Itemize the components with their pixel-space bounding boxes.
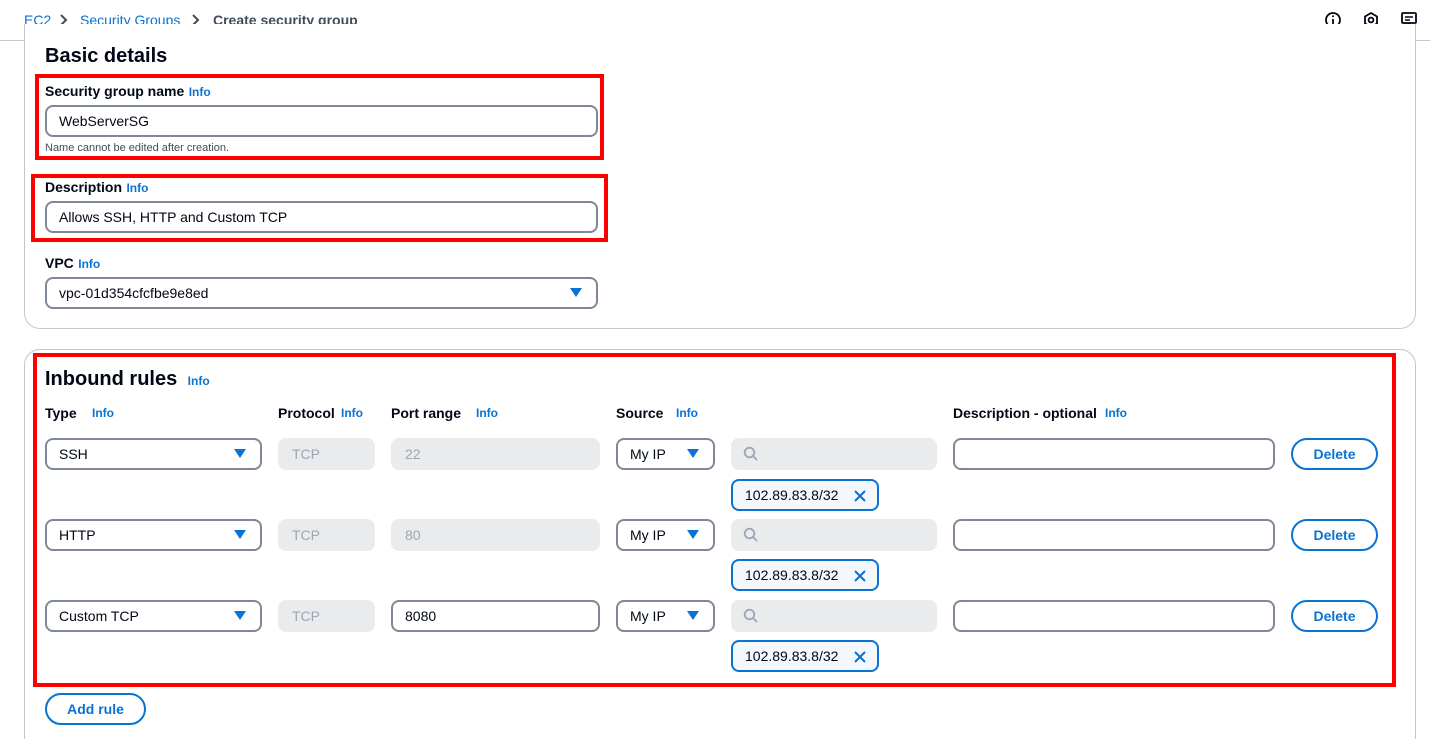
search-icon [743, 446, 758, 461]
rule-source-select[interactable]: My IP [616, 600, 715, 632]
rule-port-range-field: 80 [391, 519, 600, 551]
inbound-title-row: Inbound rules Info [45, 367, 210, 391]
column-source: Source [616, 405, 664, 421]
rule-source-value: My IP [630, 446, 666, 462]
name-hint: Name cannot be edited after creation. [45, 142, 230, 154]
inbound-rules-title: Inbound rules [45, 368, 178, 390]
search-icon [743, 608, 758, 623]
rule-port-range-input[interactable]: 8080 [391, 600, 600, 632]
description-info-link[interactable]: Info [126, 181, 148, 195]
rule-protocol-field: TCP [278, 438, 375, 470]
security-group-name-input[interactable]: WebServerSG [45, 105, 598, 137]
rule-source-value: My IP [630, 608, 666, 624]
vpc-label: VPC [45, 255, 74, 271]
add-rule-button[interactable]: Add rule [45, 693, 146, 725]
source-info-link[interactable]: Info [676, 406, 698, 420]
caret-down-icon [687, 449, 699, 458]
rule-source-value: My IP [630, 527, 666, 543]
rule-type-select[interactable]: Custom TCP [45, 600, 262, 632]
rule-port-range-field: 22 [391, 438, 600, 470]
delete-rule-button[interactable]: Delete [1291, 600, 1378, 632]
rule-protocol-field: TCP [278, 600, 375, 632]
cidr-search-input[interactable] [731, 519, 937, 551]
rule-type-value: HTTP [59, 527, 96, 543]
close-icon[interactable] [853, 489, 867, 503]
close-icon[interactable] [853, 650, 867, 664]
column-description: Description - optional [953, 405, 1097, 421]
rule-protocol-field: TCP [278, 519, 375, 551]
caret-down-icon [687, 530, 699, 539]
description-input[interactable]: Allows SSH, HTTP and Custom TCP [45, 201, 598, 233]
caret-down-icon [687, 611, 699, 620]
name-label: Security group name [45, 83, 185, 99]
description-label: Description [45, 179, 123, 195]
cidr-token: 102.89.83.8/32 [731, 640, 879, 672]
cidr-token: 102.89.83.8/32 [731, 479, 879, 511]
protocol-info-link[interactable]: Info [341, 406, 363, 420]
close-icon[interactable] [853, 569, 867, 583]
rule-type-value: SSH [59, 446, 88, 462]
inbound-info-link[interactable]: Info [188, 374, 210, 388]
rule-type-select[interactable]: HTTP [45, 519, 262, 551]
basic-details-title: Basic details [45, 45, 168, 67]
column-port-range: Port range [391, 405, 462, 421]
cidr-value: 102.89.83.8/32 [745, 487, 839, 503]
rule-type-value: Custom TCP [59, 608, 139, 624]
caret-down-icon [234, 530, 246, 539]
cidr-search-input[interactable] [731, 600, 937, 632]
rule-description-input[interactable] [953, 600, 1275, 632]
name-label-row: Security group name Info [45, 82, 211, 101]
cidr-token: 102.89.83.8/32 [731, 559, 879, 591]
type-info-link[interactable]: Info [92, 406, 114, 420]
rule-description-input[interactable] [953, 519, 1275, 551]
rule-source-select[interactable]: My IP [616, 519, 715, 551]
name-info-link[interactable]: Info [189, 85, 211, 99]
port-range-info-link[interactable]: Info [476, 406, 498, 420]
cidr-search-input[interactable] [731, 438, 937, 470]
column-protocol: Protocol [278, 405, 335, 421]
delete-rule-button[interactable]: Delete [1291, 519, 1378, 551]
search-icon [743, 527, 758, 542]
description-col-info-link[interactable]: Info [1105, 406, 1127, 420]
cidr-value: 102.89.83.8/32 [745, 648, 839, 664]
column-type: Type [45, 405, 77, 421]
rule-source-select[interactable]: My IP [616, 438, 715, 470]
vpc-value: vpc-01d354cfcfbe9e8ed [59, 285, 209, 301]
vpc-info-link[interactable]: Info [78, 257, 100, 271]
caret-down-icon [570, 288, 582, 297]
rule-description-input[interactable] [953, 438, 1275, 470]
cidr-value: 102.89.83.8/32 [745, 567, 839, 583]
delete-rule-button[interactable]: Delete [1291, 438, 1378, 470]
vpc-select[interactable]: vpc-01d354cfcfbe9e8ed [45, 277, 598, 309]
vpc-label-row: VPC Info [45, 254, 100, 273]
caret-down-icon [234, 611, 246, 620]
caret-down-icon [234, 449, 246, 458]
rule-type-select[interactable]: SSH [45, 438, 262, 470]
description-label-row: Description Info [45, 178, 148, 197]
